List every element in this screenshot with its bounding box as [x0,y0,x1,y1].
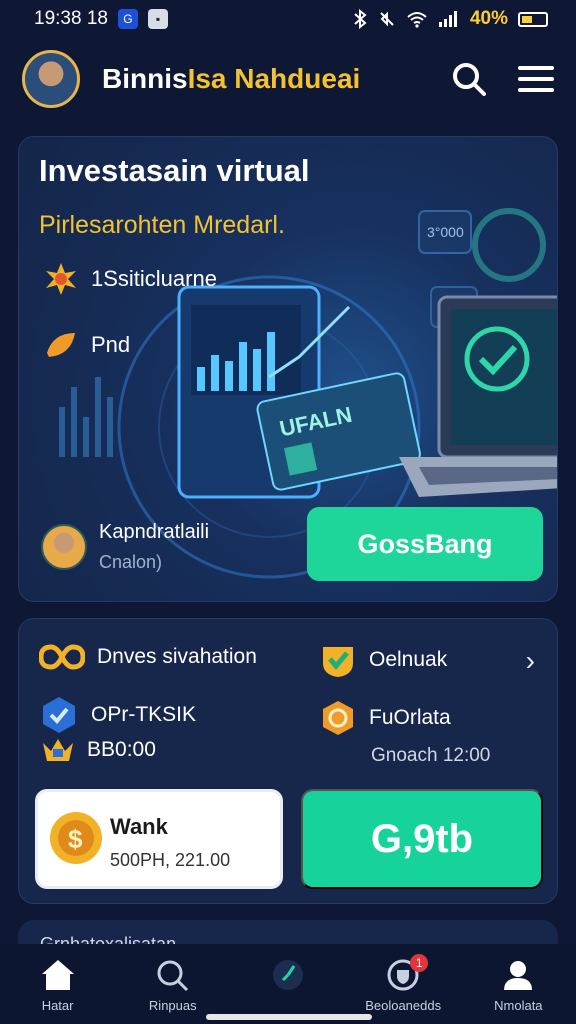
signal-icon [438,11,457,27]
bluetooth-icon [354,9,367,29]
crown-icon [43,739,73,761]
gold-coin-icon: $ [50,812,102,864]
panel-row-1-left: Dnves sivahation [39,643,257,671]
search-icon[interactable] [450,60,488,98]
hero-user: Kapndratlaili Cnalon) [41,521,209,573]
hero-feature-2: Pnd [43,329,130,361]
panel-row-1-right-label: Oelnuak [369,648,448,671]
status-time: 19:38 18 [34,8,108,29]
hero-feature-2-label: Pnd [91,332,131,357]
user-mini-avatar [41,524,87,570]
battery-percent: 40% [469,8,508,29]
profile-icon [504,961,533,990]
brand-title-part2: Isa Nahdueai [187,63,361,94]
hero-card: 3°000 UFALN Investasain virtual Pirlesar… [18,136,558,602]
nav-clock[interactable] [233,958,343,998]
infinity-icon [39,644,85,670]
stats-panel: Dnves sivahation Oelnuak › OPr-TKSIK FuO… [18,618,558,904]
balance-button[interactable]: G,9tb [301,789,543,889]
check-shield-icon [323,647,353,677]
panel-row-3-left-label: BB0:00 [87,738,156,761]
chevron-right-icon[interactable]: › [526,645,535,677]
home-icon [41,960,74,990]
hero-subtitle: Pirlesarohten Mredarl. [39,211,285,239]
app-header: BinnisIsa Nahdueai [0,40,576,118]
panel-row-3-left: BB0:00 [41,735,156,765]
hero-user-name: Kapndratlaili [99,521,210,543]
panel-row-2-right-label: FuOrlata [369,706,451,729]
illustration-tag: 3°000 [427,224,464,240]
panel-row-2-left-label: OPr-TKSIK [91,703,197,726]
panel-row-2-left: OPr-TKSIK [39,695,196,735]
wallet-title: Wank [110,814,168,839]
panel-row-1-right[interactable]: Oelnuak [319,641,447,679]
menu-icon[interactable] [518,64,554,94]
hero-user-sub: Cnalon) [99,552,163,572]
battery-icon [518,11,548,27]
wallet-sub: 500PH, 221.00 [110,850,231,870]
brand-title: BinnisIsa Nahdueai [102,63,360,95]
cube-check-icon [43,697,75,733]
wifi-icon [407,12,427,28]
user-avatar[interactable] [22,50,80,108]
nav-search[interactable]: Rinpuas [118,958,228,1013]
svg-text:$: $ [68,824,83,854]
coin-box-icon [323,701,353,735]
nav-profile-label: Nmolata [494,998,543,1013]
image-notification-icon: ▪ [147,9,168,29]
wallet-card[interactable]: $ Wank 500PH, 221.00 [35,789,283,889]
app-notification-icon: G [117,9,138,29]
clock-icon [272,960,303,990]
panel-row-3-right: Gnoach 12:00 [371,745,491,766]
notification-badge: 1 [410,954,429,972]
panel-row-2-right: FuOrlata [319,699,451,737]
home-indicator [206,1014,372,1020]
hero-feature-1: 1Ssiticluarne [43,261,217,297]
status-bar: 19:38 18 G ▪ 40% [0,0,576,38]
nav-home-label: Hatar [41,998,74,1013]
nav-home[interactable]: Hatar [3,958,113,1013]
nav-profile[interactable]: Nmolata [463,958,573,1013]
mute-icon [380,11,394,27]
leaf-icon [47,333,75,357]
bottom-nav: Hatar Rinpuas 1 Beoloanedds Nmolata [0,944,576,1024]
search-icon [157,960,188,992]
starburst-icon [46,263,76,295]
hero-feature-1-label: 1Ssiticluarne [91,266,217,291]
panel-row-1-left-label: Dnves sivahation [97,645,257,668]
nav-alerts-label: Beoloanedds [365,998,442,1013]
nav-alerts[interactable]: 1 Beoloanedds [348,954,458,1013]
nav-search-label: Rinpuas [148,998,197,1013]
brand-title-part1: Binnis [102,63,188,94]
hero-title: Investasain virtual [39,153,310,188]
start-button[interactable]: GossBang [307,507,543,581]
